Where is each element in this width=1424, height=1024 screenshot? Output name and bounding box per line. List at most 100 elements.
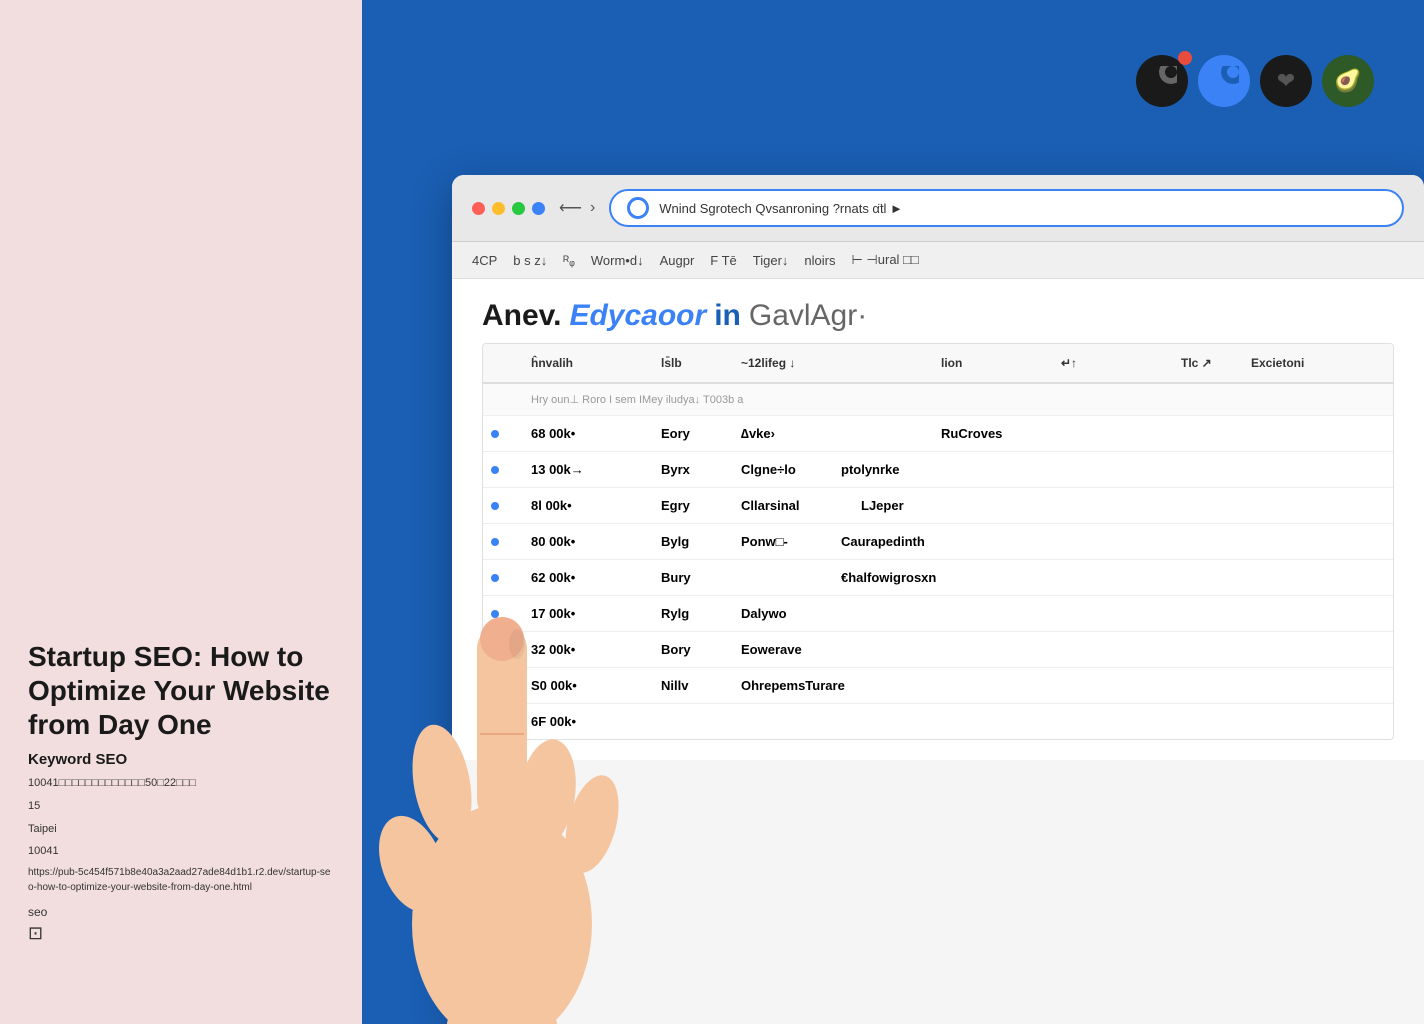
row0-col4: RuCroves <box>933 423 1393 444</box>
table-row-0: 68 00k• Eory ∆vke› RuCroves <box>483 416 1393 452</box>
sub-0 <box>483 390 523 409</box>
page-heading-area: Anev. Edycaoor in GavlAgr· <box>482 299 1394 333</box>
toolbar-item-6[interactable]: Tiger↓ <box>753 253 789 268</box>
row6-col2: Bory <box>653 639 733 660</box>
icon-c-shape <box>1136 55 1188 107</box>
sidebar-meta-3: Taipei <box>28 820 334 839</box>
table-row-4: 62 00k• Bury €halfowigrosxn <box>483 560 1393 596</box>
sidebar-meta-2: 15 <box>28 797 334 816</box>
toolbar-label-5: F Tē <box>710 253 737 268</box>
page-heading-part3: in <box>714 299 741 333</box>
row2-col4: LJeper <box>853 495 953 516</box>
toolbar-item-4[interactable]: Augpr <box>660 253 695 268</box>
tl-red[interactable] <box>472 202 485 215</box>
th-1: ĥnvalih <box>523 352 653 374</box>
row7-col1: S0 00k• <box>523 675 653 696</box>
sidebar-title: Startup SEO: How to Optimize Your Websit… <box>28 640 334 741</box>
toolbar-item-7[interactable]: nloirs <box>804 253 835 268</box>
row4-col3: €halfowigrosxn <box>833 567 1393 588</box>
nav-back[interactable]: ⟵ <box>559 198 582 218</box>
row1-col2: Byrx <box>653 459 733 480</box>
address-circle-icon <box>627 197 649 219</box>
main-area: ❤ 🥑 ⟵ › Wnind S <box>362 0 1424 1024</box>
row4-col2: Bury <box>653 567 833 588</box>
table-row-5: 17 00k• Rylg Dalywo <box>483 596 1393 632</box>
toolbar-label-0: 4CP <box>472 253 497 268</box>
page-heading-part4: GavlAgr· <box>749 299 867 333</box>
th-8: Excietoni <box>1243 352 1393 374</box>
browser-window: ⟵ › Wnind Sgrotech Qvsanroning ?rnats α̈… <box>452 175 1424 1024</box>
table-row-7: S0 00k• Nillv OhrepemsTurare <box>483 668 1393 704</box>
icon-dark-heart: ❤ <box>1260 55 1312 107</box>
th-3: ~12lifeg ↓ <box>733 352 933 374</box>
row5-col2: Rylg <box>653 603 733 624</box>
toolbar-label-4: Augpr <box>660 253 695 268</box>
toolbar-label-7: nloirs <box>804 253 835 268</box>
toolbar-item-3[interactable]: Worm•d↓ <box>591 253 644 268</box>
row1-col1: 13 00k→ <box>523 459 653 480</box>
row2-col2: Egry <box>653 495 733 516</box>
sidebar-tag: seo <box>28 905 334 919</box>
sidebar-tag-icon: ⊡ <box>28 923 334 944</box>
row7-col3: OhrepemsTurare <box>733 675 1393 696</box>
row3-col4: Caurapedinth <box>833 531 953 552</box>
th-4: lion <box>933 352 1053 374</box>
address-text: Wnind Sgrotech Qvsanroning ?rnats α̈tl ► <box>659 201 1386 216</box>
toolbar-item-0[interactable]: 4CP <box>472 253 497 268</box>
row1-col3: Clgne÷lo <box>733 459 833 480</box>
row5-col1: 17 00k• <box>523 603 653 624</box>
browser-chrome: ⟵ › Wnind Sgrotech Qvsanroning ?rnats α̈… <box>452 175 1424 242</box>
row7-col2: Nillv <box>653 675 733 696</box>
toolbar-label-8: ⊢ ⊣ural □□ <box>852 252 919 268</box>
sub-1: Hry oun⊥ Roro I sem IMey iludya↓ T003b a <box>523 390 1393 409</box>
row5-col3: Dalywo <box>733 603 1393 624</box>
table-row-8: 6F 00k• <box>483 704 1393 739</box>
toolbar-item-5[interactable]: F Tē <box>710 253 737 268</box>
sidebar-meta-1: 10041□□□□□□□□□□□□□50□22□□□ <box>28 774 334 793</box>
page-heading-part2: Edycaoor <box>569 299 706 333</box>
row6-col1: 32 00k• <box>523 639 653 660</box>
th-0 <box>483 352 523 374</box>
row3-col2: Bylg <box>653 531 733 552</box>
table-row-3: 80 00k• Bylg Ponw□- Caurapedinth <box>483 524 1393 560</box>
table-header: ĥnvalih ls̄lb ~12lifeg ↓ lion ↵↑ Tlc ↗ E… <box>483 344 1393 384</box>
top-decoration: ❤ 🥑 <box>1136 55 1374 107</box>
sidebar-meta-4: 10041 <box>28 842 334 861</box>
tl-green[interactable] <box>512 202 525 215</box>
sidebar-url: https://pub-5c454f571b8e40a3a2aad27ade84… <box>28 865 334 895</box>
toolbar-item-1[interactable]: b s z↓ <box>513 253 547 268</box>
data-table: ĥnvalih ls̄lb ~12lifeg ↓ lion ↵↑ Tlc ↗ E… <box>482 343 1394 740</box>
icon-blue-c <box>1198 55 1250 107</box>
table-subheader: Hry oun⊥ Roro I sem IMey iludya↓ T003b a <box>483 384 1393 416</box>
red-dot-badge <box>1178 51 1192 65</box>
row0-col1: 68 00k• <box>523 423 653 444</box>
toolbar-label-6: Tiger↓ <box>753 253 789 268</box>
table-row-6: 32 00k• Bory Eowerave <box>483 632 1393 668</box>
toolbar-label-3: Worm•d↓ <box>591 253 644 268</box>
toolbar-label-1: b s z↓ <box>513 253 547 268</box>
sidebar-keyword: Keyword SEO <box>28 751 334 768</box>
toolbar-item-8[interactable]: ⊢ ⊣ural □□ <box>852 252 919 268</box>
nav-forward[interactable]: › <box>590 199 595 217</box>
th-2: ls̄lb <box>653 352 733 374</box>
row3-col3: Ponw□- <box>733 531 833 552</box>
row4-col1: 62 00k• <box>523 567 653 588</box>
table-row-2: 8l 00k• Egry Cllarsinal LJeper <box>483 488 1393 524</box>
table-row-1: 13 00k→ Byrx Clgne÷lo ptolynrke <box>483 452 1393 488</box>
traffic-lights <box>472 202 545 215</box>
row2-col1: 8l 00k• <box>523 495 653 516</box>
th-6 <box>1113 352 1173 374</box>
row1-col4: ptolynrke <box>833 459 933 480</box>
row0-col3: ∆vke› <box>733 423 933 444</box>
address-bar[interactable]: Wnind Sgrotech Qvsanroning ?rnats α̈tl ► <box>609 189 1404 227</box>
toolbar-item-2[interactable]: ᴿᵩ <box>563 253 575 268</box>
tl-blue[interactable] <box>532 202 545 215</box>
page-heading-part1: Anev. <box>482 299 561 333</box>
row6-col3: Eowerave <box>733 639 1393 660</box>
row2-col3: Cllarsinal <box>733 495 853 516</box>
browser-content: Anev. Edycaoor in GavlAgr· ĥnvalih ls̄lb… <box>452 279 1424 760</box>
nav-controls: ⟵ › <box>559 198 595 218</box>
tl-yellow[interactable] <box>492 202 505 215</box>
row8-col1: 6F 00k• <box>523 711 653 732</box>
row3-col1: 80 00k• <box>523 531 653 552</box>
